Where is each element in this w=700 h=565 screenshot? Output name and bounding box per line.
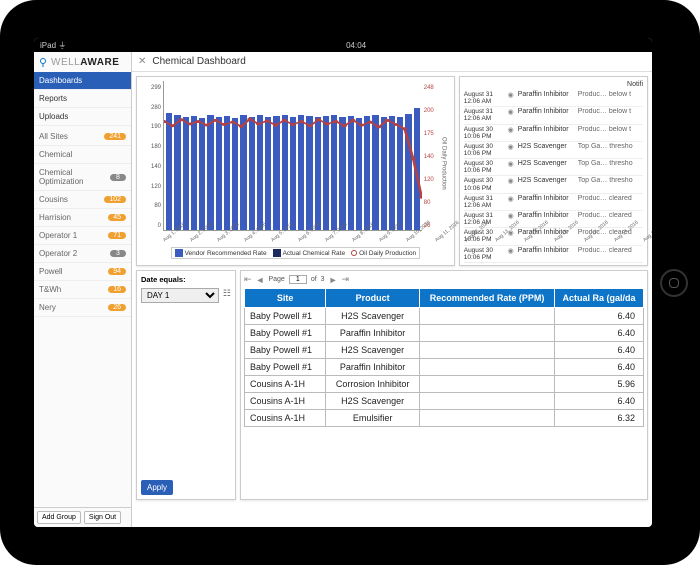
table-row[interactable]: Cousins A-1HEmulsifier6.32 [245,410,644,427]
badge: 3 [110,250,126,257]
badge: 241 [104,133,126,140]
badge: 94 [108,268,126,275]
sidebar: WELLAWARE DashboardsReportsUploads All S… [34,52,132,527]
notification-row[interactable]: August 3112:06 AM◉Paraffin InhibitorProd… [464,90,643,107]
notification-row[interactable]: August 3010:06 PM◉H2S ScavengerTop Ga… t… [464,142,643,159]
date-filter-select[interactable]: DAY 1 [141,288,219,303]
column-header[interactable]: Actual Ra (gal/da [555,289,644,308]
table-panel: ⇤ ◄ Page of 3 ► ⇥ SiteProductRecommended [240,270,648,500]
nav-site-nery[interactable]: Nery26 [34,299,131,317]
pager-next-icon[interactable]: ► [329,275,338,285]
notification-row[interactable]: August 3112:06 AM◉Paraffin InhibitorProd… [464,211,643,228]
page-title: Chemical Dashboard [152,56,245,67]
notifications-title: Notifi [464,81,643,88]
nav-site-harrision[interactable]: Harrision45 [34,209,131,227]
table-row[interactable]: Cousins A-1HCorrosion Inhibitor5.96 [245,376,644,393]
table-pager: ⇤ ◄ Page of 3 ► ⇥ [244,274,644,285]
chart-y2-label: Oil Daily Production [440,137,448,190]
sign-out-button[interactable]: Sign Out [84,511,121,524]
badge: 26 [108,304,126,311]
badge: 102 [104,196,126,203]
status-bar: iPad ⏚ 04:04 [34,38,652,52]
notification-row[interactable]: August 3010:06 PM◉Paraffin InhibitorProd… [464,246,643,263]
badge: 8 [110,174,126,181]
table-row[interactable]: Baby Powell #1H2S Scavenger6.40 [245,308,644,325]
nav-site-chemical-optimization[interactable]: Chemical Optimization8 [34,164,131,191]
table-row[interactable]: Baby Powell #1H2S Scavenger6.40 [245,342,644,359]
add-group-button[interactable]: Add Group [37,511,81,524]
notification-row[interactable]: August 3010:06 PM◉H2S ScavengerTop Ga… t… [464,159,643,176]
pager-last-icon[interactable]: ⇥ [342,274,350,285]
notification-row[interactable]: August 3010:06 PM◉Paraffin InhibitorProd… [464,125,643,142]
filter-label: Date equals: [141,275,231,284]
nav-site-all-sites[interactable]: All Sites241 [34,128,131,146]
notification-row[interactable]: August 3112:06 AM◉Paraffin InhibitorProd… [464,194,643,211]
logo-text: WELLAWARE [51,57,119,68]
badge: 71 [108,232,126,239]
badge: 16 [108,286,126,293]
carrier-label: iPad ⏚ [40,40,66,51]
table-row[interactable]: Baby Powell #1Paraffin Inhibitor6.40 [245,359,644,376]
nav-item-uploads[interactable]: Uploads [34,108,131,126]
chart-panel: 299280190180140120800 Aug 1, 2016Aug 2, … [136,76,455,266]
pin-icon [37,56,49,68]
nav-site-cousins[interactable]: Cousins102 [34,191,131,209]
nav-item-reports[interactable]: Reports [34,90,131,108]
ipad-home-button[interactable] [660,269,688,297]
chart-y-axis-right: 2482001751401208026 [422,81,440,245]
title-bar: ✕ Chemical Dashboard [132,52,652,72]
clock-label: 04:04 [346,41,366,50]
nav-item-dashboards[interactable]: Dashboards [34,72,131,90]
table-row[interactable]: Cousins A-1HH2S Scavenger6.40 [245,393,644,410]
apply-button[interactable]: Apply [141,480,173,495]
nav-site-chemical[interactable]: Chemical [34,146,131,164]
nav-site-t&wh[interactable]: T&Wh16 [34,281,131,299]
pager-page-input[interactable] [289,275,307,284]
pager-first-icon[interactable]: ⇤ [244,274,252,285]
notification-row[interactable]: August 3010:06 PM◉H2S ScavengerTop Ga… t… [464,176,643,193]
calendar-icon[interactable]: ☷ [223,288,231,299]
chart-plot: Aug 1, 2016Aug 2, 2016Aug 3, 2016Aug 4, … [163,81,422,231]
nav-site-operator-1[interactable]: Operator 171 [34,227,131,245]
data-table: SiteProductRecommended Rate (PPM)Actual … [244,288,644,427]
badge: 45 [108,214,126,221]
nav-site-operator-2[interactable]: Operator 23 [34,245,131,263]
column-header[interactable]: Product [326,289,420,308]
chart-legend: Vendor Recommended Rate Actual Chemical … [171,247,421,259]
column-header[interactable]: Recommended Rate (PPM) [420,289,555,308]
pager-prev-icon[interactable]: ◄ [256,275,265,285]
filter-panel: Date equals: DAY 1 ☷ Apply [136,270,236,500]
notification-row[interactable]: August 3112:06 AM◉Paraffin InhibitorProd… [464,107,643,124]
app-logo: WELLAWARE [34,52,131,72]
column-header[interactable]: Site [245,289,326,308]
chart-y-axis-left: 299280190180140120800 [143,81,163,245]
close-icon[interactable]: ✕ [138,56,146,67]
nav-site-powell[interactable]: Powell94 [34,263,131,281]
table-row[interactable]: Baby Powell #1Paraffin Inhibitor6.40 [245,325,644,342]
